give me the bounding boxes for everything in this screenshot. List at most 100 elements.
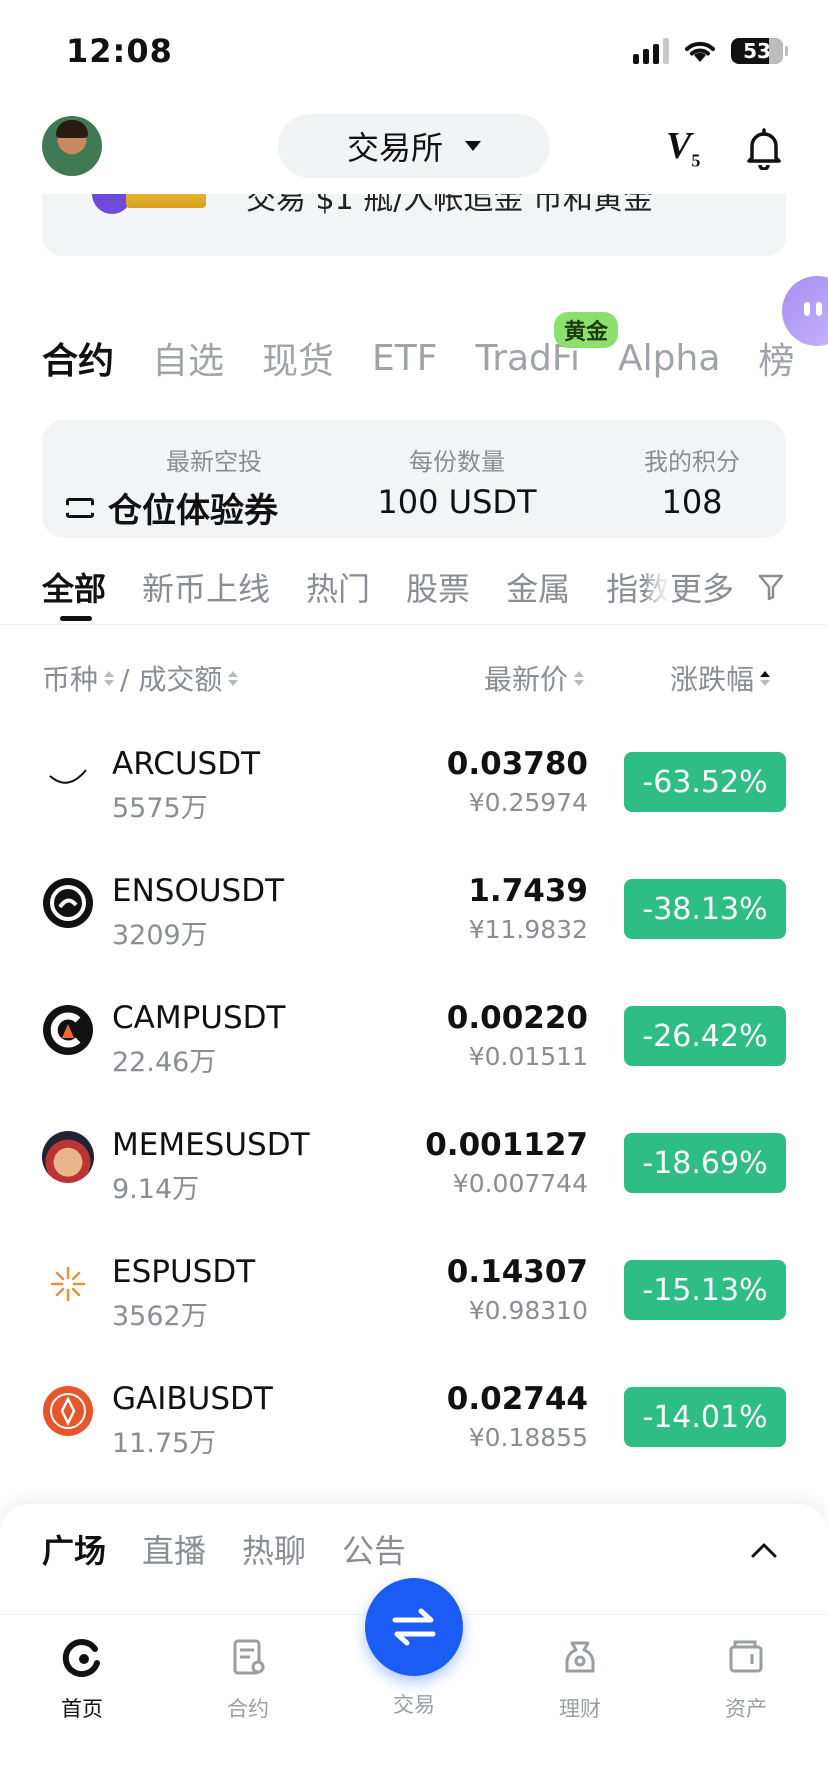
category-hot[interactable]: 热门 [306,564,370,610]
sort-icon [104,670,115,686]
filter-icon[interactable] [758,573,784,601]
cellular-signal-icon [633,38,669,64]
change-badge[interactable]: -26.42% [624,1006,786,1066]
category-active-indicator [60,616,92,621]
market-column-headers: 币种 / 成交额 最新价 涨跌幅 [42,658,786,698]
market-row[interactable]: MEMESUSDT 9.14万 0.001127 ¥0.007744 -18.6… [0,1099,828,1226]
last-price: 0.14307 [446,1254,588,1290]
my-points-value: 108 [661,483,723,521]
last-price: 0.00220 [446,1000,588,1036]
coin-volume: 22.46万 [112,1047,217,1078]
tab-etf[interactable]: ETF [372,338,437,379]
price-cny: ¥0.18855 [468,1423,588,1452]
tab-ranking[interactable]: 榜 [758,332,794,384]
latest-airdrop-text: 仓位体验券 [108,491,278,531]
battery-icon: 53 [731,38,783,64]
category-metals[interactable]: 金属 [506,564,570,610]
price-cny: ¥0.007744 [452,1169,588,1198]
coin-symbol: ENSOUSDT [112,873,285,909]
status-bar: 12:08 53 [0,0,828,100]
battery-level: 53 [743,39,771,63]
earn-icon [565,1641,595,1673]
per-share-amount: 每份数量 100 USDT [332,442,582,521]
change-badge[interactable]: -63.52% [624,752,786,812]
last-price: 1.7439 [468,873,588,909]
battery-tip [785,46,788,56]
airdrop-card[interactable]: 最新空投 仓位体验券 每份数量 100 USDT 我的积分 108 [42,420,786,538]
price-cny: ¥0.98310 [468,1296,588,1325]
nav-contract[interactable]: 合约 [188,1637,308,1723]
nav-earn[interactable]: 理财 [520,1637,640,1723]
my-points: 我的积分 108 [602,442,782,521]
change-badge[interactable]: -18.69% [624,1133,786,1193]
vip-level: V [666,125,692,167]
nav-assets[interactable]: 资产 [686,1637,806,1723]
last-price: 0.02744 [446,1381,588,1417]
price-cny: ¥11.9832 [468,915,588,944]
nav-home[interactable]: 首页 [22,1637,142,1723]
tab-futures[interactable]: 合约 [42,332,114,384]
bell-icon[interactable] [744,126,784,170]
tab-alpha[interactable]: Alpha [618,338,720,379]
change-badge[interactable]: -15.13% [624,1260,786,1320]
more-categories-button[interactable]: 更多 [646,562,785,612]
per-share-value: 100 USDT [377,483,537,521]
market-row[interactable]: ARCUSDT 5575万 0.03780 ¥0.25974 -63.52% [0,718,828,845]
coin-symbol: GAIBUSDT [112,1381,273,1417]
exchange-selector[interactable]: 交易所 [278,114,550,178]
status-time: 12:08 [66,32,173,70]
tab-spot[interactable]: 现货 [262,332,334,384]
change-header[interactable]: 涨跌幅 [670,658,771,698]
volume-header: / 成交额 [120,663,223,696]
exchange-label: 交易所 [346,129,443,167]
coin-symbol: ESPUSDT [112,1254,256,1290]
market-row[interactable]: ENSOUSDT 3209万 1.7439 ¥11.9832 -38.13% [0,845,828,972]
community-tab-announcements[interactable]: 公告 [342,1526,406,1572]
market-row[interactable]: ESPUSDT 3562万 0.14307 ¥0.98310 -15.13% [0,1226,828,1353]
trade-button[interactable] [365,1578,463,1676]
category-stocks[interactable]: 股票 [406,564,470,610]
latest-airdrop-value: 仓位体验券 [63,483,278,532]
category-all[interactable]: 全部 [42,564,106,610]
promo-banner[interactable]: 交易 $1 瓶/人帐追金 币和黄金 [42,194,786,256]
more-label: 更多 [670,570,735,608]
change-badge[interactable]: -14.01% [624,1387,786,1447]
chevron-up-icon[interactable] [750,1540,778,1560]
section-divider [0,624,828,625]
gaib-icon [42,1385,94,1437]
price-cny: ¥0.01511 [468,1042,588,1071]
community-tab-chat[interactable]: 热聊 [242,1526,306,1572]
avatar[interactable] [42,116,102,176]
my-points-label: 我的积分 [644,448,740,476]
swap-arrows-icon [392,1608,436,1646]
app-header: 交易所 V5 [0,110,828,190]
market-row[interactable]: CAMPUSDT 22.46万 0.00220 ¥0.01511 -26.42% [0,972,828,1099]
market-row[interactable]: GAIBUSDT 11.75万 0.02744 ¥0.18855 -14.01% [0,1353,828,1480]
coin-volume: 9.14万 [112,1174,200,1205]
last-price: 0.03780 [446,746,588,782]
home-icon [62,1639,100,1678]
vip-sub: 5 [691,150,701,171]
change-badge[interactable]: -38.13% [624,879,786,939]
price-cny: ¥0.25974 [468,788,588,817]
caret-down-icon [465,141,481,151]
coin-volume: 5575万 [112,793,208,824]
symbol-volume-header[interactable]: 币种 / 成交额 [42,658,239,698]
per-share-label: 每份数量 [409,448,505,476]
arc-icon [42,750,94,802]
category-tabs: 全部 新币上线 热门 股票 金属 指数 [42,562,742,612]
memes-icon [42,1131,94,1183]
community-tab-live[interactable]: 直播 [142,1526,206,1572]
nav-earn-label: 理财 [559,1697,601,1721]
community-tab-square[interactable]: 广场 [42,1526,106,1572]
vip-level-badge[interactable]: V5 [666,124,700,172]
price-header-label: 最新价 [484,663,569,696]
market-tabs: 合约 自选 现货 ETF TradFi Alpha 榜 [42,330,828,386]
tab-watchlist[interactable]: 自选 [152,332,224,384]
market-list: ARCUSDT 5575万 0.03780 ¥0.25974 -63.52% E… [0,718,828,1480]
latest-airdrop: 最新空投 仓位体验券 [63,442,278,532]
price-header[interactable]: 最新价 [484,658,585,698]
sort-icon [228,670,239,686]
camp-icon [42,1004,94,1056]
category-new-listings[interactable]: 新币上线 [142,564,270,610]
